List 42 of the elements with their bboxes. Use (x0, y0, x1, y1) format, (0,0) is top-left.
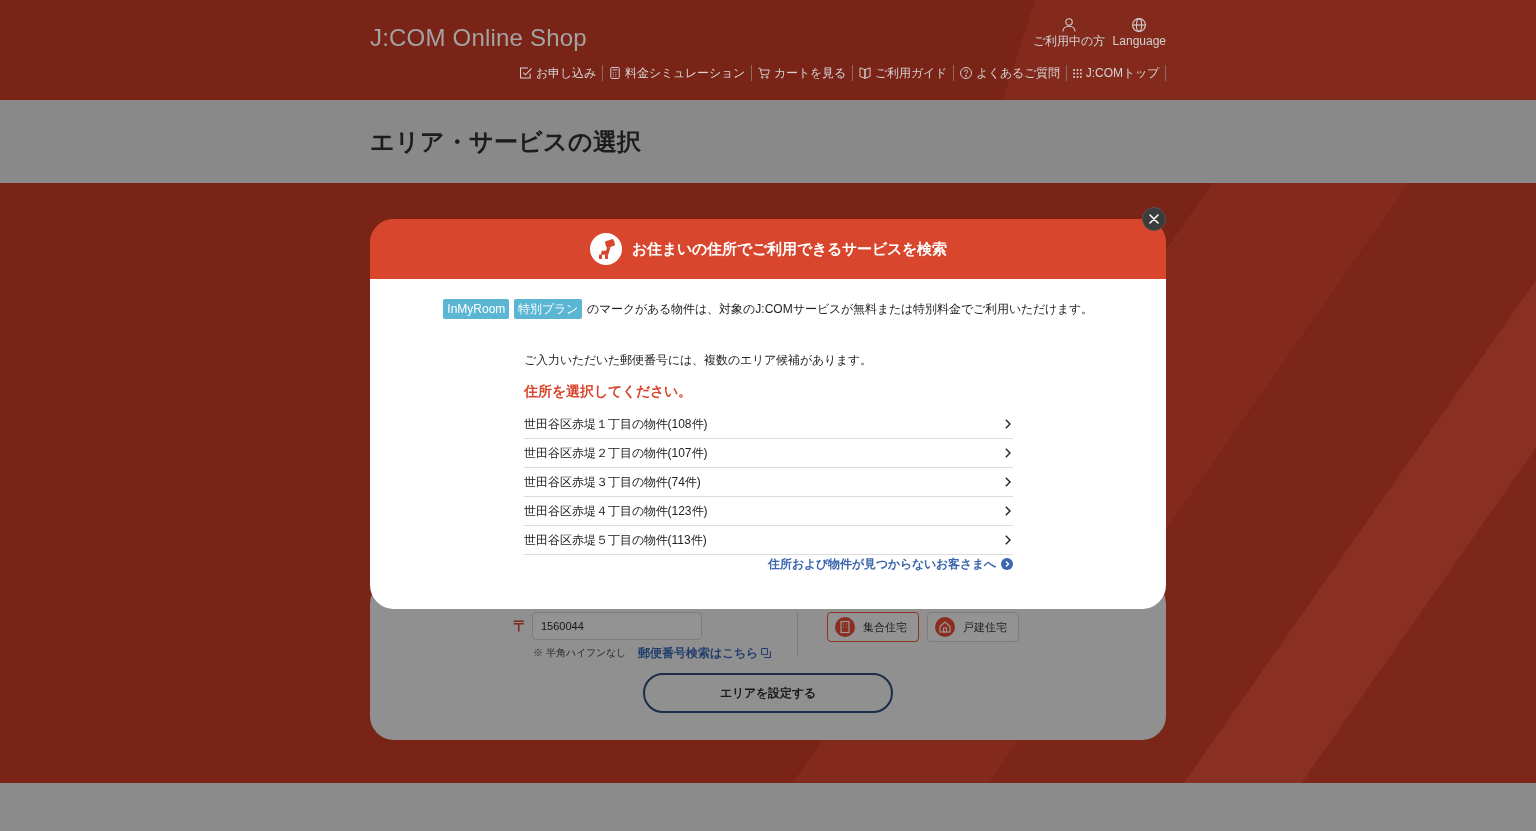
help-link[interactable]: 住所および物件が見つからないお客さまへ (767, 555, 996, 573)
language-link[interactable]: Language (1112, 18, 1166, 48)
help-icon (959, 67, 972, 79)
close-icon (1149, 214, 1159, 224)
page-title: エリア・サービスの選択 (370, 126, 642, 157)
arrow-circle-icon (1000, 558, 1013, 570)
postal-mark: 〒 (513, 616, 525, 636)
chevron-right-icon (1004, 448, 1011, 458)
plan-tag: InMyRoom (443, 299, 510, 319)
select-prompt: 住所を選択してください。 (523, 382, 693, 401)
plan-tag: 特別プラン (514, 299, 583, 319)
account-link[interactable]: ご利用中の方 (1032, 18, 1105, 48)
tag-note: のマークがある物件は、対象のJ:COMサービスが無料または特別料金でご利用いただけます。 (587, 300, 1093, 318)
chevron-right-icon (1004, 419, 1011, 429)
nav-link[interactable]: カートを見る (751, 65, 853, 81)
house-icon (935, 617, 955, 637)
chair-icon (589, 233, 622, 265)
new-window-icon (760, 648, 771, 658)
checkbox-icon (519, 67, 532, 79)
modal-title: お住まいの住所でご利用できるサービスを検索 (631, 239, 947, 259)
nav-link[interactable]: お申し込み (513, 65, 603, 81)
grid-icon (1072, 68, 1082, 78)
book-icon (858, 67, 871, 79)
input-note: ※ 半角ハイフンなし (533, 646, 626, 660)
nav-link[interactable]: よくあるご質問 (953, 65, 1067, 81)
cart-icon (757, 67, 770, 79)
chevron-right-icon (1004, 477, 1011, 487)
chevron-right-icon (1004, 535, 1011, 545)
site-logo[interactable]: J:COM Online Shop (370, 22, 587, 54)
housing-type-button[interactable]: 戸建住宅 (927, 612, 1019, 642)
globe-icon (1132, 18, 1147, 32)
chevron-right-icon (1004, 506, 1011, 516)
postal-code-field[interactable]: 1560044 (532, 612, 702, 640)
user-icon (1061, 18, 1076, 32)
nav-link[interactable]: ご利用ガイド (852, 65, 954, 81)
apartment-building-icon (835, 617, 855, 637)
calculator-icon (608, 67, 621, 79)
set-area-button[interactable]: エリアを設定する (643, 673, 893, 713)
housing-type-button[interactable]: 集合住宅 (827, 612, 919, 642)
area-message: ご入力いただいた郵便番号には、複数のエリア候補があります。 (523, 352, 873, 369)
nav-link[interactable]: J:COMトップ (1066, 65, 1166, 81)
nav-link[interactable]: 料金シミュレーション (602, 65, 752, 81)
